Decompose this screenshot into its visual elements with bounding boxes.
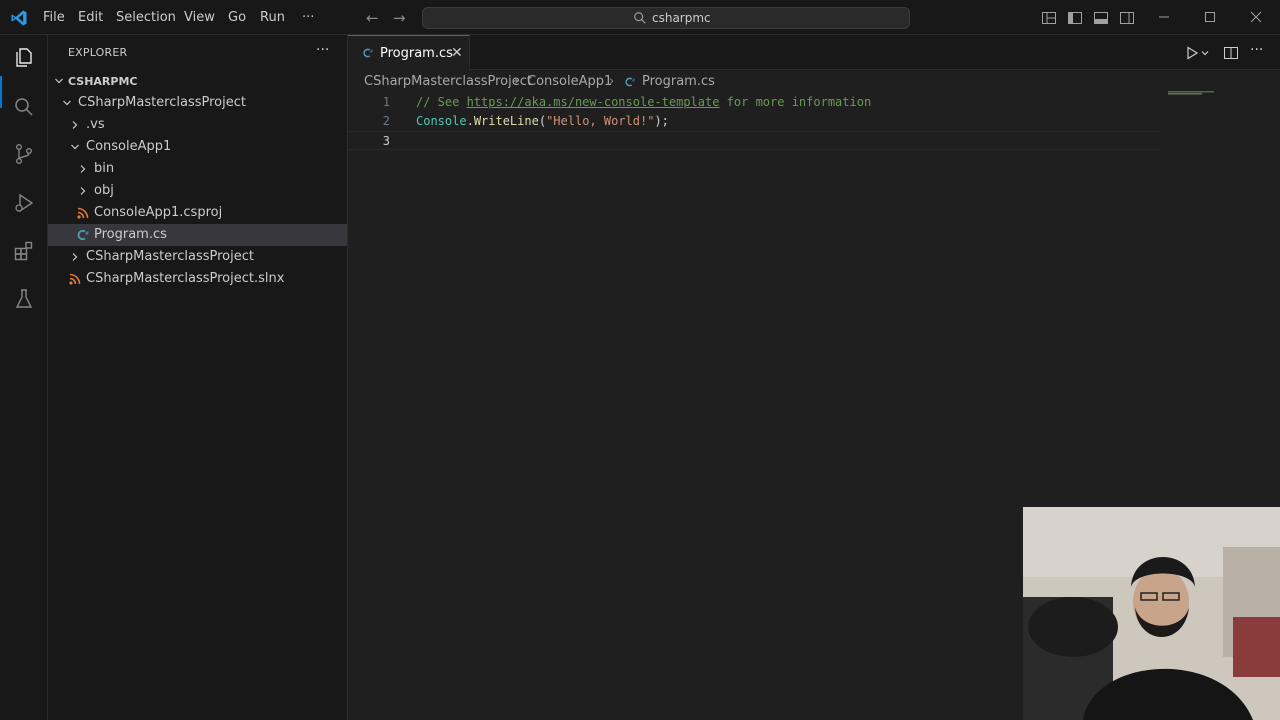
menu-edit[interactable]: Edit <box>78 10 103 25</box>
line-number: 1 <box>382 95 390 109</box>
webcam-overlay <box>1023 507 1280 720</box>
tree-folder[interactable]: bin <box>48 158 347 180</box>
tree-folder[interactable]: .vs <box>48 114 347 136</box>
toggle-panel-icon[interactable] <box>1093 10 1109 26</box>
tree-label: ConsoleApp1 <box>86 139 172 154</box>
tree-folder[interactable]: ConsoleApp1 <box>48 136 347 158</box>
search-icon[interactable] <box>12 95 36 119</box>
more-actions-icon[interactable]: ··· <box>316 42 329 58</box>
split-editor-icon[interactable] <box>1223 45 1239 61</box>
tree-root-folder[interactable]: CSHARPMC <box>48 70 347 92</box>
activity-bar <box>0 35 48 720</box>
forward-arrow-icon[interactable]: → <box>393 9 406 27</box>
csharp-file-icon: # <box>625 77 636 87</box>
chevron-down-icon <box>63 100 71 106</box>
rss-file-icon <box>77 207 89 219</box>
svg-text:#: # <box>85 231 89 237</box>
chevron-right-icon: › <box>514 74 520 89</box>
tree-folder[interactable]: CSharpMasterclassProject <box>48 92 347 114</box>
active-view-indicator <box>0 76 2 108</box>
search-icon <box>634 12 646 24</box>
vscode-logo-icon <box>11 10 27 26</box>
chevron-right-icon: › <box>609 74 615 89</box>
run-icon[interactable] <box>1184 45 1200 61</box>
code-line: 1 // See https://aka.ms/new-console-temp… <box>348 93 1280 112</box>
breadcrumb-item[interactable]: Program.cs <box>642 74 715 89</box>
source-control-icon[interactable] <box>12 142 36 166</box>
title-bar: File Edit Selection View Go Run ··· ← → … <box>0 0 1280 35</box>
menu-run[interactable]: Run <box>260 10 285 25</box>
tree-label: CSharpMasterclassProject <box>86 249 254 264</box>
tree-label: Program.cs <box>94 227 167 242</box>
code-punctuation: . <box>466 114 474 128</box>
testing-icon[interactable] <box>12 287 36 311</box>
minimap[interactable] <box>1168 91 1232 95</box>
chevron-right-icon <box>72 121 78 129</box>
code-link[interactable]: https://aka.ms/new-console-template <box>467 95 720 109</box>
explorer-icon[interactable] <box>12 46 36 70</box>
tree-folder[interactable]: obj <box>48 180 347 202</box>
tree-label: .vs <box>86 117 105 132</box>
svg-text:#: # <box>370 49 374 55</box>
menu-selection[interactable]: Selection <box>116 10 176 25</box>
chevron-down-icon <box>55 78 63 84</box>
tab-label: Program.cs <box>380 46 453 61</box>
chevron-right-icon <box>72 253 78 261</box>
code-text: // See https://aka.ms/new-console-templa… <box>416 95 871 109</box>
tree-file-selected[interactable]: # Program.cs <box>48 224 347 246</box>
code-comment: for more information <box>719 95 872 109</box>
maximize-icon[interactable] <box>1202 9 1218 25</box>
breadcrumb-item[interactable]: CSharpMasterclassProject <box>364 74 532 89</box>
menu-view[interactable]: View <box>184 10 215 25</box>
chevron-right-icon <box>80 165 86 173</box>
tree-label: obj <box>94 183 114 198</box>
toggle-secondary-sidebar-icon[interactable] <box>1119 10 1135 26</box>
code-line: 2 Console.WriteLine("Hello, World!"); <box>348 112 1280 131</box>
menu-go[interactable]: Go <box>228 10 246 25</box>
close-window-icon[interactable] <box>1248 9 1264 25</box>
close-icon[interactable]: ✕ <box>451 45 463 61</box>
rss-file-icon <box>69 273 81 285</box>
run-debug-icon[interactable] <box>12 191 36 215</box>
more-actions-icon[interactable]: ··· <box>1250 42 1266 58</box>
chevron-down-icon <box>71 144 79 150</box>
csharp-file-icon: # <box>363 48 374 58</box>
tree-label: CSHARPMC <box>68 75 138 88</box>
tab-program-cs[interactable]: # Program.cs ✕ <box>348 35 470 70</box>
customize-layout-icon[interactable] <box>1041 10 1057 26</box>
toggle-primary-sidebar-icon[interactable] <box>1067 10 1083 26</box>
chevron-down-icon[interactable] <box>1200 45 1210 61</box>
tree-file[interactable]: CSharpMasterclassProject.slnx <box>48 268 347 290</box>
code-comment: // See <box>416 95 467 109</box>
editor-tab-bar: # Program.cs ✕ ··· <box>348 35 1280 70</box>
breadcrumb-item[interactable]: ConsoleApp1 <box>527 74 612 89</box>
command-center-text: csharpmc <box>652 11 711 25</box>
back-arrow-icon[interactable]: ← <box>366 9 379 27</box>
tree-label: ConsoleApp1.csproj <box>94 205 223 220</box>
code-text: Console.WriteLine("Hello, World!"); <box>416 114 669 128</box>
code-line-current: 3 <box>348 131 1160 150</box>
tree-label: CSharpMasterclassProject <box>78 95 246 110</box>
minimize-icon[interactable] <box>1156 9 1172 25</box>
code-punctuation: ( <box>538 114 547 128</box>
tree-file[interactable]: ConsoleApp1.csproj <box>48 202 347 224</box>
svg-text:#: # <box>632 78 636 84</box>
line-number: 3 <box>382 134 390 148</box>
sidebar-title: EXPLORER <box>68 46 128 59</box>
extensions-icon[interactable] <box>12 239 36 263</box>
chevron-right-icon <box>80 187 86 195</box>
tree-label: bin <box>94 161 115 176</box>
code-method: WriteLine <box>473 114 539 128</box>
explorer-sidebar: EXPLORER ··· CSHARPMC CSharpMasterclassP… <box>48 35 348 720</box>
menu-file[interactable]: File <box>43 10 65 25</box>
line-number: 2 <box>382 114 390 128</box>
code-punctuation: ); <box>654 114 669 128</box>
csharp-file-icon: # <box>77 229 89 241</box>
menu-more[interactable]: ··· <box>302 10 314 25</box>
tree-folder[interactable]: CSharpMasterclassProject <box>48 246 347 268</box>
code-string: "Hello, World!" <box>546 114 655 128</box>
tree-label: CSharpMasterclassProject.slnx <box>86 271 285 286</box>
command-center-search[interactable]: csharpmc <box>422 7 910 29</box>
code-class: Console <box>416 114 467 128</box>
